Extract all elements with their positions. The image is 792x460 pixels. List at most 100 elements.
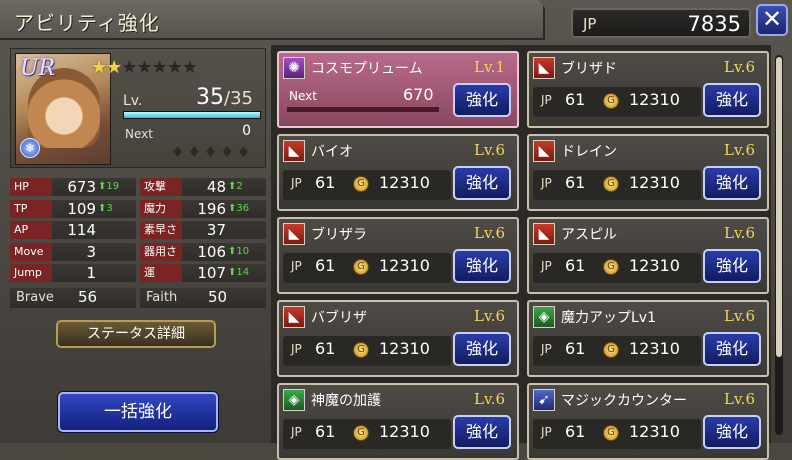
gil-cost-value: 12310 [379,256,430,275]
ability-next-value: 670 [403,85,434,104]
jp-cost-label: JP [541,259,552,273]
jp-cost-label: JP [541,342,552,356]
ability-card[interactable]: ➹ マジックカウンター Lv.6 JP 61 G 12310 強化 [527,383,769,460]
ability-level: Lv.6 [474,390,505,408]
stat-value: 673 [67,178,96,196]
stat-left: Jump 1 [10,264,136,283]
ability-header: ◣ ブリザラ Lv.6 [281,221,515,247]
stat-value: 3 [86,242,96,261]
ability-card[interactable]: ◣ アスピル Lv.6 JP 61 G 12310 強化 [527,217,769,294]
ability-scrollbar[interactable] [775,55,783,435]
black-magic-icon: ◣ [283,306,305,328]
jp-cost-label: JP [291,342,302,356]
enhance-button[interactable]: 強化 [453,83,511,117]
jp-cost-value: 61 [565,339,586,358]
ability-level: Lv.6 [724,141,755,159]
stat-label: TP [10,199,52,218]
ability-card[interactable]: ◣ ブリザド Lv.6 JP 61 G 12310 強化 [527,51,769,128]
ice-element-icon: ❄ [20,138,40,158]
ability-card[interactable]: ◣ バイオ Lv.6 JP 61 G 12310 強化 [277,134,519,211]
ability-card[interactable]: ◣ ブリザラ Lv.6 JP 61 G 12310 強化 [277,217,519,294]
gil-coin-icon: G [353,342,369,358]
ability-header: ◣ バブリザ Lv.6 [281,304,515,330]
ability-next-bar [287,107,439,112]
brave-label: Brave [16,290,54,305]
support-icon: ◈ [283,389,305,411]
enhance-button[interactable]: 強化 [453,166,511,200]
enhance-button[interactable]: 強化 [703,332,761,366]
stat-bonus: ⬆2 [228,181,243,192]
gil-coin-icon: G [603,259,619,275]
jp-cost-value: 61 [315,173,336,192]
stat-bonus: ⬆36 [228,202,250,214]
stat-value: 196 [197,199,226,218]
ability-header: ◣ アスピル Lv.6 [531,221,765,247]
enhance-button[interactable]: 強化 [703,166,761,200]
ability-name: アスピル [561,227,617,243]
ability-cost: JP 61 G 12310 [533,87,701,117]
stat-label: 攻撃 [140,178,182,196]
ability-card[interactable]: ◣ ドレイン Lv.6 JP 61 G 12310 強化 [527,134,769,211]
stat-right: 器用さ 106 ⬆10 [140,242,266,261]
gil-cost-value: 12310 [379,422,430,441]
crystal-slots: ♦♦♦♦♦ [171,143,254,161]
ability-cost: JP 61 G 12310 [283,419,451,449]
star-empty-icon: ★ [121,57,137,78]
jp-cost-value: 61 [315,422,336,441]
stat-left: Move 3 [10,242,136,261]
gil-cost-value: 12310 [629,90,680,109]
jp-value: 7835 [687,12,741,36]
jp-label: JP [583,15,597,33]
enhance-button[interactable]: 強化 [703,249,761,283]
rank-badge: UR [20,56,56,81]
stat-right: 運 107 ⬆14 [140,264,266,283]
ability-card[interactable]: ◈ 神魔の加護 Lv.6 JP 61 G 12310 強化 [277,383,519,460]
enhance-button[interactable]: 強化 [703,415,761,449]
enhance-button[interactable]: 強化 [703,83,761,117]
brave-faith-row: Brave 56 Faith 50 [10,288,266,308]
stat-label: Jump [10,264,52,283]
enhance-button[interactable]: 強化 [453,249,511,283]
stat-bonus: ⬆10 [228,245,250,257]
gil-cost-value: 12310 [629,339,680,358]
ability-list[interactable]: ✺ コスモプリューム Lv.1 Next 670 強化 ◣ ブリザド Lv.6 … [271,45,771,460]
ability-level: Lv.6 [724,224,755,242]
ability-cost: JP 61 G 12310 [533,336,701,366]
unit-card: UR ❄ ★★★★★★★ Lv. 35/35 Next 0 ♦♦♦♦♦ [10,48,266,168]
star-empty-icon: ★ [151,57,168,78]
ability-header: ✺ コスモプリューム Lv.1 [281,55,515,81]
stat-label: AP [10,221,52,240]
rarity-stars: ★★★★★★★ [91,57,198,78]
stat-value: 48 [206,178,226,196]
gil-cost-value: 12310 [629,173,680,192]
ability-name: バイオ [311,144,353,160]
black-magic-icon: ◣ [533,57,555,79]
ability-name: ブリザラ [311,227,367,243]
bulk-enhance-button[interactable]: 一括強化 [58,392,218,432]
enhance-button[interactable]: 強化 [453,332,511,366]
status-detail-button[interactable]: ステータス詳細 [56,320,216,348]
ability-cost: JP 61 G 12310 [533,419,701,449]
scrollbar-thumb[interactable] [776,57,782,357]
stat-right: 素早さ 37 [140,221,266,240]
enhance-button[interactable]: 強化 [453,415,511,449]
close-button[interactable]: ✕ [756,4,788,36]
faith-stat: Faith 50 [140,288,266,308]
stat-bonus: ⬆3 [98,202,113,214]
stat-bonus: ⬆19 [98,181,120,192]
stat-label: 素早さ [140,221,182,240]
ability-card[interactable]: ✺ コスモプリューム Lv.1 Next 670 強化 [277,51,519,128]
ability-card[interactable]: ◈ 魔力アップLv1 Lv.6 JP 61 G 12310 強化 [527,300,769,377]
gil-cost-value: 12310 [379,339,430,358]
black-magic-icon: ◣ [533,140,555,162]
gil-coin-icon: G [603,176,619,192]
stat-label: 器用さ [140,242,182,261]
black-magic-icon: ◣ [283,223,305,245]
stat-label: 運 [140,264,182,283]
stat-row: Move 3 器用さ 106 ⬆10 [10,242,266,263]
stat-left: TP 109 ⬆3 [10,199,136,218]
ability-name: コスモプリューム [311,61,423,77]
stat-row: AP 114 素早さ 37 [10,221,266,241]
stat-value: 37 [206,221,226,240]
ability-card[interactable]: ◣ バブリザ Lv.6 JP 61 G 12310 強化 [277,300,519,377]
